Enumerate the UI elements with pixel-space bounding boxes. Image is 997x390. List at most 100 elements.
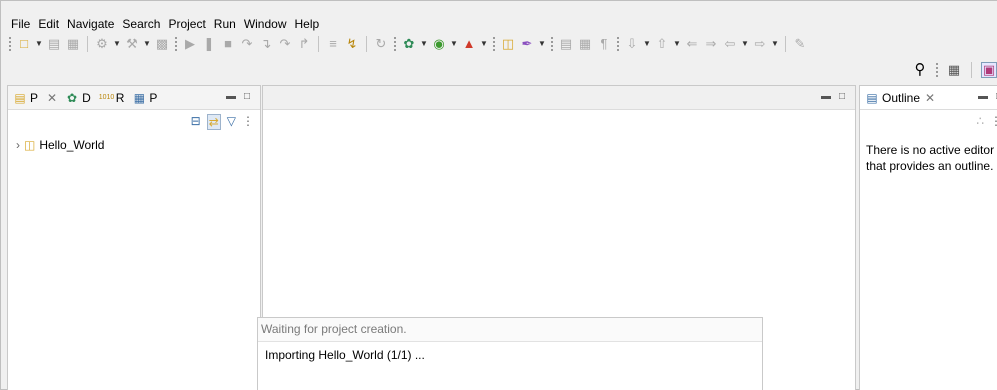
prev-annotation-icon[interactable]: ⇧ xyxy=(654,36,670,52)
explorer-view-toolbar: ⊟ ⇄ ▽ ⋮ xyxy=(191,114,254,130)
edit-dropdown-icon[interactable]: ▼ xyxy=(538,36,546,52)
instruction-step-icon[interactable]: ≡ xyxy=(325,36,341,52)
hide-fields-icon[interactable]: ∴ xyxy=(976,114,984,128)
prev-annotation-dropdown-icon[interactable]: ▼ xyxy=(673,36,681,52)
editor-view-controls: ▬ □ xyxy=(821,91,845,102)
toolbar-separator xyxy=(366,36,367,52)
toolbar-grip xyxy=(394,37,396,51)
tab-label: Outline xyxy=(882,90,921,105)
search-icon[interactable]: ⚲ xyxy=(912,62,928,78)
last-edit-icon[interactable]: ⇐ xyxy=(684,36,700,52)
explorer-tab-row: ▤ P ✕ ✿ D 1010 R ▦ P xyxy=(8,86,260,110)
maximize-icon[interactable]: □ xyxy=(244,91,250,102)
outline-view-controls: ▬ □ xyxy=(978,91,997,102)
menu-bar: File Edit Navigate Search Project Run Wi… xyxy=(7,15,323,33)
c-cpp-perspective-icon[interactable]: ▣ xyxy=(981,62,997,78)
external-tools-icon[interactable]: ▲ xyxy=(461,36,477,52)
project-explorer-icon: ▦ xyxy=(133,90,146,105)
next-annotation-icon[interactable]: ⇩ xyxy=(624,36,640,52)
progress-popup: Waiting for project creation. Importing … xyxy=(257,317,763,390)
debug-dropdown-icon[interactable]: ▼ xyxy=(420,36,428,52)
connect-icon[interactable]: ↻ xyxy=(373,36,389,52)
build-dropdown-icon[interactable]: ▼ xyxy=(113,36,121,52)
menu-project[interactable]: Project xyxy=(164,15,209,33)
debug-icon[interactable]: ✿ xyxy=(401,36,417,52)
new-dropdown-icon[interactable]: ▼ xyxy=(35,36,43,52)
step-over-icon[interactable]: ↷ xyxy=(277,36,293,52)
open-folder-icon[interactable]: ◫ xyxy=(500,36,516,52)
forward-edit-icon[interactable]: ⇒ xyxy=(703,36,719,52)
binary-icon[interactable]: ▩ xyxy=(154,36,170,52)
block-select-icon[interactable]: ▦ xyxy=(577,36,593,52)
package-explorer-icon: ▤ xyxy=(14,90,26,105)
external-tools-dropdown-icon[interactable]: ▼ xyxy=(480,36,488,52)
toolbar-separator xyxy=(87,36,88,52)
forward-icon[interactable]: ⇨ xyxy=(752,36,768,52)
menu-file[interactable]: File xyxy=(7,15,34,33)
step-return-icon[interactable]: ↱ xyxy=(296,36,312,52)
drop-to-frame-icon[interactable]: ↯ xyxy=(344,36,360,52)
outline-view-toolbar: ∴ ⋮ xyxy=(976,114,997,128)
menu-run[interactable]: Run xyxy=(210,15,240,33)
step-into-icon[interactable]: ↴ xyxy=(258,36,274,52)
build-icon[interactable]: ⚙ xyxy=(94,36,110,52)
progress-task: Importing Hello_World (1/1) ... xyxy=(265,348,425,362)
toolbar-grip xyxy=(617,37,619,51)
save-all-icon[interactable]: ▦ xyxy=(65,36,81,52)
minimize-icon[interactable]: ▬ xyxy=(226,91,236,102)
back-dropdown-icon[interactable]: ▼ xyxy=(741,36,749,52)
new-icon[interactable]: □ xyxy=(16,36,32,52)
registers-icon: 1010 xyxy=(98,93,115,101)
hammer-dropdown-icon[interactable]: ▼ xyxy=(143,36,151,52)
save-icon[interactable]: ▤ xyxy=(46,36,62,52)
resume-icon[interactable]: ▶ xyxy=(182,36,198,52)
minimize-icon[interactable]: ▬ xyxy=(821,91,831,102)
tab-registers[interactable]: 1010 R xyxy=(99,91,125,105)
collapse-all-icon[interactable]: ⊟ xyxy=(191,114,201,130)
back-icon[interactable]: ⇦ xyxy=(722,36,738,52)
suspend-icon[interactable]: ❚ xyxy=(201,36,217,52)
close-icon[interactable]: ✕ xyxy=(47,91,57,105)
minimize-icon[interactable]: ▬ xyxy=(978,91,988,102)
toolbar-grip xyxy=(551,37,553,51)
toolbar-grip xyxy=(493,37,495,51)
outline-tab-row: ▤ Outline ✕ xyxy=(860,86,997,110)
link-with-editor-icon[interactable]: ⇄ xyxy=(206,114,221,130)
run-dropdown-icon[interactable]: ▼ xyxy=(450,36,458,52)
edit-icon[interactable]: ✒ xyxy=(519,36,535,52)
whitespace-icon[interactable]: ¶ xyxy=(596,36,612,52)
explorer-panel: ▤ P ✕ ✿ D 1010 R ▦ P ▬ □ ⊟ ⇄ ▽ ⋮ › ◫ Hel… xyxy=(7,85,261,390)
tree-item[interactable]: › ◫ Hello_World xyxy=(16,138,104,152)
menu-help[interactable]: Help xyxy=(291,15,324,33)
pin-editor-icon[interactable]: ✎ xyxy=(792,36,808,52)
view-menu-icon[interactable]: ⋮ xyxy=(990,114,997,128)
toggle-comment-icon[interactable]: ▤ xyxy=(558,36,574,52)
perspective-toolbar: ⚲ ▦ ▣ xyxy=(912,59,997,81)
progress-header: Waiting for project creation. xyxy=(258,318,762,342)
filter-icon[interactable]: ▽ xyxy=(227,114,236,130)
terminate-icon[interactable]: ■ xyxy=(220,36,236,52)
tab-project-explorer[interactable]: ▦ P xyxy=(132,90,158,105)
project-folder-icon: ◫ xyxy=(24,138,36,152)
run-icon[interactable]: ◉ xyxy=(431,36,447,52)
tab-outline[interactable]: ▤ Outline ✕ xyxy=(865,91,935,105)
maximize-icon[interactable]: □ xyxy=(839,91,845,102)
chevron-right-icon[interactable]: › xyxy=(16,138,20,152)
toolbar-separator xyxy=(971,62,972,78)
disconnect-icon[interactable]: ↷ xyxy=(239,36,255,52)
menu-edit[interactable]: Edit xyxy=(34,15,63,33)
toolbar-grip xyxy=(9,37,11,51)
tab-package-explorer[interactable]: ▤ P ✕ xyxy=(13,91,57,105)
menu-window[interactable]: Window xyxy=(240,15,291,33)
tab-debug[interactable]: ✿ D xyxy=(65,91,91,105)
menu-search[interactable]: Search xyxy=(118,15,164,33)
next-annotation-dropdown-icon[interactable]: ▼ xyxy=(643,36,651,52)
close-icon[interactable]: ✕ xyxy=(925,91,935,105)
debug-icon: ✿ xyxy=(67,90,78,105)
view-menu-icon[interactable]: ⋮ xyxy=(242,114,254,130)
menu-navigate[interactable]: Navigate xyxy=(63,15,118,33)
forward-dropdown-icon[interactable]: ▼ xyxy=(771,36,779,52)
hammer-icon[interactable]: ⚒ xyxy=(124,36,140,52)
view-controls: ▬ □ xyxy=(226,91,250,102)
open-perspective-icon[interactable]: ▦ xyxy=(946,62,962,78)
